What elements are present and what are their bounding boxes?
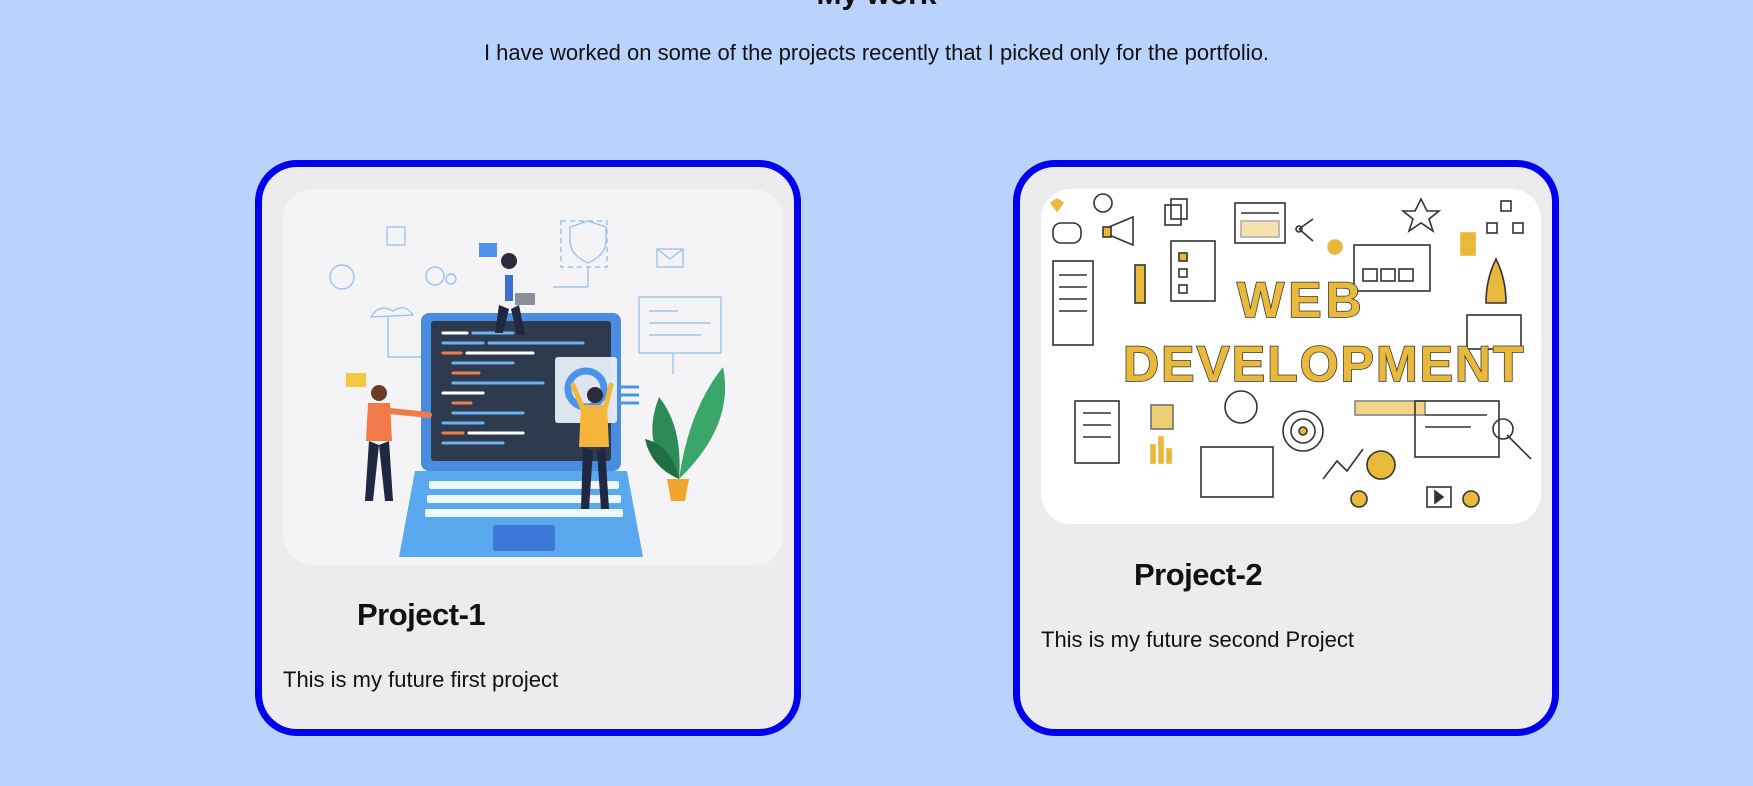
section-subtitle: I have worked on some of the projects re… (483, 40, 1270, 65)
project-2-title: Project-2 (1134, 557, 1263, 592)
project-card-2[interactable]: WEB DEVELOPMENT Project-2 This is my fut… (1013, 160, 1559, 736)
project-1-image (283, 189, 783, 565)
project-1-description: This is my future first project (283, 667, 559, 692)
section-title: My work (0, 0, 1753, 12)
development-lettering: DEVELOPMENT (1123, 336, 1526, 392)
project-2-image: WEB DEVELOPMENT (1041, 189, 1541, 524)
project-1-title: Project-1 (357, 597, 486, 632)
project-card-1[interactable]: Project-1 This is my future first projec… (255, 160, 801, 736)
web-lettering: WEB (1237, 272, 1366, 328)
project-2-description: This is my future second Project (1041, 627, 1355, 652)
